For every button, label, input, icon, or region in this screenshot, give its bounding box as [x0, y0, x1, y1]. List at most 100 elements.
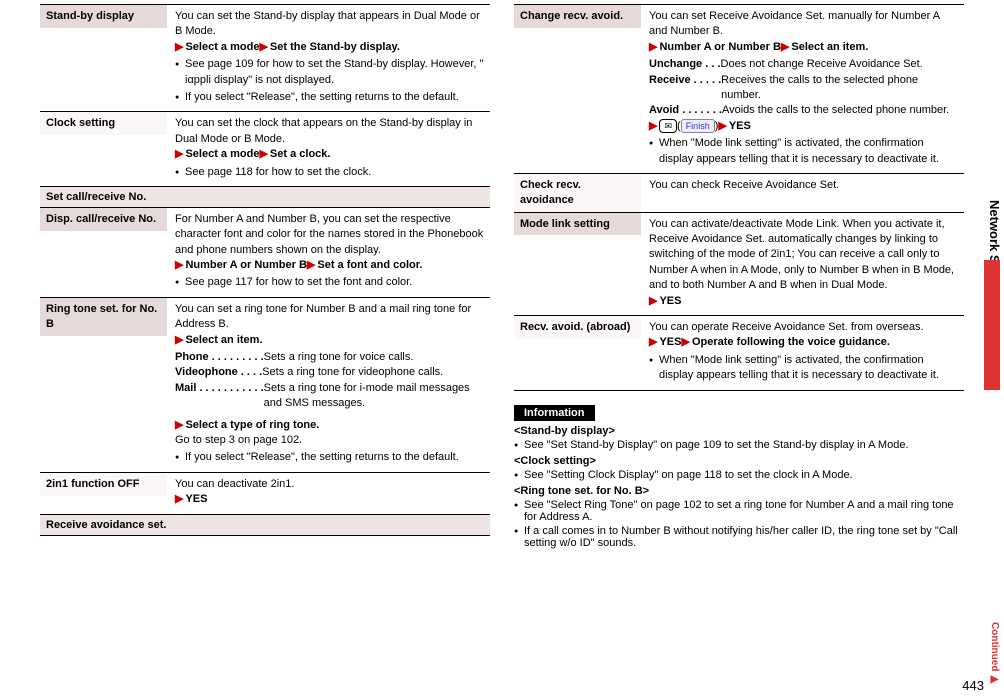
text: You can deactivate 2in1.	[175, 478, 294, 490]
side-tab	[984, 260, 1000, 390]
arrow-icon: ▶	[649, 120, 659, 132]
text: Go to step 3 on page 102.	[175, 434, 302, 446]
arrow-icon: ▶	[681, 336, 691, 348]
bullet: See "Setting Clock Display" on page 118 …	[514, 469, 964, 481]
label-ring: Ring tone set. for No. B	[40, 298, 167, 336]
term: Receive . . . . .	[649, 73, 721, 104]
row-check-recv: Check recv. avoidance You can check Rece…	[514, 173, 964, 212]
arrow-icon: ▶	[175, 259, 185, 271]
bullet: See page 109 for how to set the Stand-by…	[175, 57, 484, 88]
row-standby: Stand-by display You can set the Stand-b…	[40, 4, 490, 111]
row-mode-link: Mode link setting You can activate/deact…	[514, 212, 964, 315]
row-change-recv: Change recv. avoid. You can set Receive …	[514, 4, 964, 173]
arrow-icon: ▶	[307, 259, 317, 271]
bullet: When "Mode link setting" is activated, t…	[649, 353, 958, 384]
left-column: Stand-by display You can set the Stand-b…	[40, 4, 490, 549]
body-check-recv: You can check Receive Avoidance Set.	[641, 174, 964, 199]
label-mode-link: Mode link setting	[514, 213, 641, 236]
section-recv-avoid: Receive avoidance set.	[40, 514, 490, 536]
row-recv-abroad: Recv. avoid. (abroad) You can operate Re…	[514, 315, 964, 391]
bullet: See page 118 for how to set the clock.	[175, 165, 484, 180]
body-disp: For Number A and Number B, you can set t…	[167, 208, 490, 297]
arrow-icon: ▶	[259, 41, 269, 53]
action: Operate following the voice guidance.	[692, 336, 890, 348]
text: You can set a ring tone for Number B and…	[175, 303, 471, 330]
bullet: See page 117 for how to set the font and…	[175, 275, 484, 290]
row-disp: Disp. call/receive No. For Number A and …	[40, 207, 490, 297]
arrow-icon: ▶	[175, 493, 185, 505]
body-2in1-off: You can deactivate 2in1. ▶YES	[167, 473, 490, 514]
term: Mail . . . . . . . . . . .	[175, 381, 264, 412]
body-standby: You can set the Stand-by display that ap…	[167, 5, 490, 111]
arrow-icon: ▶	[175, 419, 185, 431]
text: You can check Receive Avoidance Set.	[649, 179, 839, 191]
body-change-recv: You can set Receive Avoidance Set. manua…	[641, 5, 964, 173]
information-box: Information <Stand-by display> See "Set …	[514, 405, 964, 549]
action: YES	[185, 493, 207, 505]
action: Select an item.	[791, 41, 868, 53]
action: Number A or Number B	[185, 259, 306, 271]
arrow-icon: ▶	[259, 148, 269, 160]
mail-key-icon: ✉	[659, 119, 677, 133]
action: Select a mode	[185, 41, 259, 53]
action: Select a mode	[185, 148, 259, 160]
action: Number A or Number B	[659, 41, 780, 53]
info-title: <Clock setting>	[514, 455, 964, 467]
action: Set the Stand-by display.	[270, 41, 400, 53]
arrow-icon: ▶	[175, 148, 185, 160]
label-clock: Clock setting	[40, 112, 167, 135]
bullet: If you select "Release", the setting ret…	[175, 90, 484, 105]
def: Avoids the calls to the selected phone n…	[722, 103, 958, 118]
arrow-icon: ▶	[718, 120, 728, 132]
label-standby: Stand-by display	[40, 5, 167, 28]
row-clock: Clock setting You can set the clock that…	[40, 111, 490, 186]
action: Set a font and color.	[317, 259, 422, 271]
bullet: If a call comes in to Number B without n…	[514, 525, 964, 549]
bullet: When "Mode link setting" is activated, t…	[649, 136, 958, 167]
row-ring: Ring tone set. for No. B You can set a r…	[40, 297, 490, 472]
text: You can operate Receive Avoidance Set. f…	[649, 321, 924, 333]
arrow-icon: ▶	[781, 41, 791, 53]
bullet: If you select "Release", the setting ret…	[175, 450, 484, 465]
term: Videophone . . . .	[175, 365, 262, 380]
arrow-icon: ▶	[175, 334, 185, 346]
label-check-recv: Check recv. avoidance	[514, 174, 641, 212]
term: Phone . . . . . . . . .	[175, 350, 264, 365]
finish-button-icon: Finish	[681, 119, 715, 133]
body-recv-abroad: You can operate Receive Avoidance Set. f…	[641, 316, 964, 390]
row-2in1-off: 2in1 function OFF You can deactivate 2in…	[40, 472, 490, 514]
label-recv-abroad: Recv. avoid. (abroad)	[514, 316, 641, 339]
def: Receives the calls to the selected phone…	[721, 73, 958, 104]
body-ring: You can set a ring tone for Number B and…	[167, 298, 490, 472]
text: For Number A and Number B, you can set t…	[175, 213, 483, 256]
right-column: Change recv. avoid. You can set Receive …	[514, 4, 964, 549]
label-change-recv: Change recv. avoid.	[514, 5, 641, 28]
information-tag: Information	[514, 405, 595, 421]
info-title: <Stand-by display>	[514, 425, 964, 437]
page-number: 443	[962, 678, 984, 693]
info-title: <Ring tone set. for No. B>	[514, 485, 964, 497]
arrow-icon: ▶	[175, 41, 185, 53]
action: YES	[659, 295, 681, 307]
action: Set a clock.	[270, 148, 331, 160]
term: Avoid . . . . . . .	[649, 103, 722, 118]
section-set-call: Set call/receive No.	[40, 186, 490, 207]
label-disp: Disp. call/receive No.	[40, 208, 167, 231]
bullet: See "Select Ring Tone" on page 102 to se…	[514, 499, 964, 523]
label-2in1-off: 2in1 function OFF	[40, 473, 167, 496]
def: Sets a ring tone for voice calls.	[264, 350, 484, 365]
def: Sets a ring tone for i-mode mail message…	[264, 381, 484, 412]
term: Unchange . . .	[649, 57, 721, 72]
continued-label: Continued ▶	[989, 622, 1000, 685]
bullet: See "Set Stand-by Display" on page 109 t…	[514, 439, 964, 451]
text: You can set Receive Avoidance Set. manua…	[649, 10, 939, 37]
body-clock: You can set the clock that appears on th…	[167, 112, 490, 186]
action: YES	[729, 120, 751, 132]
text: You can set the clock that appears on th…	[175, 117, 472, 144]
arrow-icon: ▶	[649, 41, 659, 53]
body-mode-link: You can activate/deactivate Mode Link. W…	[641, 213, 964, 315]
action: YES	[659, 336, 681, 348]
arrow-icon: ▶	[649, 336, 659, 348]
text: You can set the Stand-by display that ap…	[175, 10, 480, 37]
def: Does not change Receive Avoidance Set.	[721, 57, 958, 72]
